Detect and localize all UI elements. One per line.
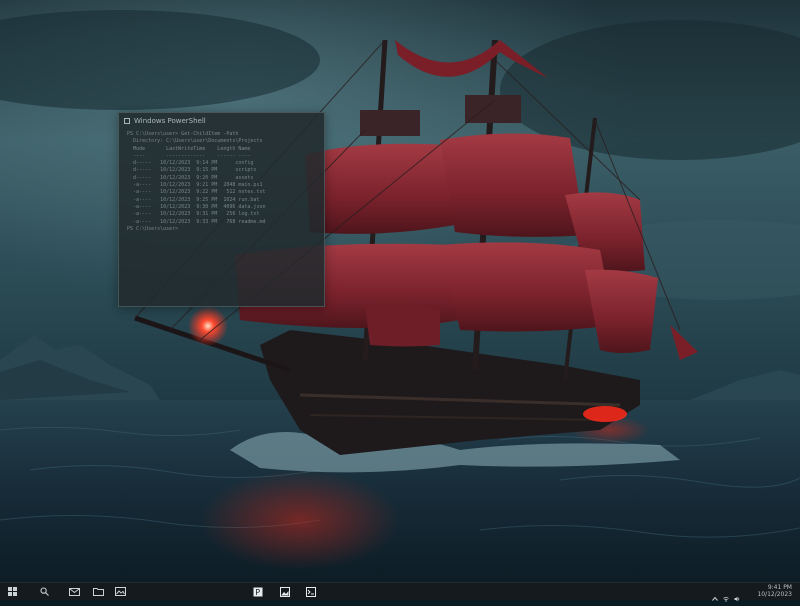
terminal-line: -a---- 10/12/2023 9:31 PM 256 log.txt bbox=[127, 211, 260, 218]
terminal-line: ---- ------------- ------ ---- bbox=[127, 152, 251, 159]
folder-icon[interactable] bbox=[91, 585, 105, 598]
terminal-line: -a---- 10/12/2023 9:33 PM 768 readme.md bbox=[127, 218, 266, 225]
svg-text:P: P bbox=[255, 588, 260, 597]
terminal-line: -a---- 10/12/2023 9:30 PM 4096 data.json bbox=[127, 203, 266, 210]
terminal-line: PS C:\Users\user> Get-ChildItem -Path bbox=[127, 131, 239, 137]
taskbar: P 9:41 PM 10/12/2023 bbox=[0, 582, 800, 602]
terminal-output[interactable]: PS C:\Users\user> Get-ChildItem -Path Di… bbox=[119, 129, 324, 233]
terminal-line: d----- 10/12/2023 9:15 PM scripts bbox=[127, 167, 257, 174]
chevron-up-icon[interactable] bbox=[712, 587, 718, 601]
terminal-line: PS C:\Users\user> bbox=[127, 225, 179, 232]
terminal-line: d----- 10/12/2023 9:20 PM assets bbox=[127, 174, 254, 181]
paint-app-icon[interactable]: P bbox=[252, 585, 264, 598]
search-icon[interactable] bbox=[38, 585, 50, 598]
photo-app-icon[interactable] bbox=[279, 585, 291, 598]
image-icon[interactable] bbox=[113, 585, 127, 598]
wifi-icon[interactable] bbox=[723, 587, 729, 602]
mail-icon[interactable] bbox=[67, 585, 81, 598]
windows-start-icon[interactable] bbox=[6, 585, 18, 598]
clock[interactable]: 9:41 PM 10/12/2023 bbox=[757, 584, 792, 598]
terminal-window[interactable]: Windows PowerShell PS C:\Users\user> Get… bbox=[118, 112, 325, 307]
terminal-title: Windows PowerShell bbox=[134, 117, 206, 125]
terminal-line: d----- 10/12/2023 9:14 PM config bbox=[127, 160, 254, 167]
terminal-line: -a---- 10/12/2023 9:22 PM 512 notes.txt bbox=[127, 189, 266, 196]
terminal-line: Mode LastWriteTime Length Name bbox=[127, 145, 251, 152]
system-tray bbox=[712, 587, 740, 602]
terminal-tab-icon bbox=[124, 118, 130, 124]
terminal-line: -a---- 10/12/2023 9:25 PM 1024 run.bat bbox=[127, 196, 260, 203]
clock-date: 10/12/2023 bbox=[757, 590, 792, 598]
terminal-line: Directory: C:\Users\user\Documents\Proje… bbox=[127, 138, 263, 145]
terminal-titlebar[interactable]: Windows PowerShell bbox=[119, 113, 324, 129]
terminal-line: -a---- 10/12/2023 9:21 PM 2048 main.ps1 bbox=[127, 182, 263, 189]
terminal-app-icon[interactable] bbox=[305, 585, 317, 598]
volume-icon[interactable] bbox=[734, 587, 740, 602]
